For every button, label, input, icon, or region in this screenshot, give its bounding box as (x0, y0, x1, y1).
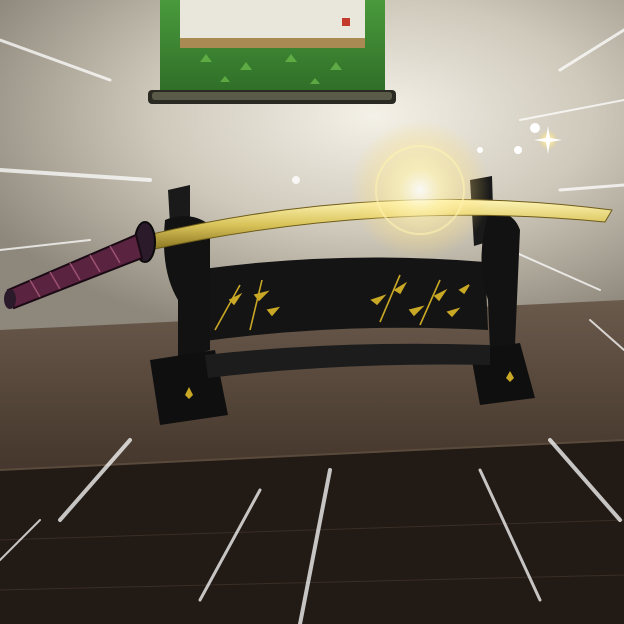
illustration (0, 0, 624, 624)
artwork-canvas (0, 0, 624, 624)
floor-edge (0, 440, 624, 624)
hanging-scroll (148, 0, 396, 104)
